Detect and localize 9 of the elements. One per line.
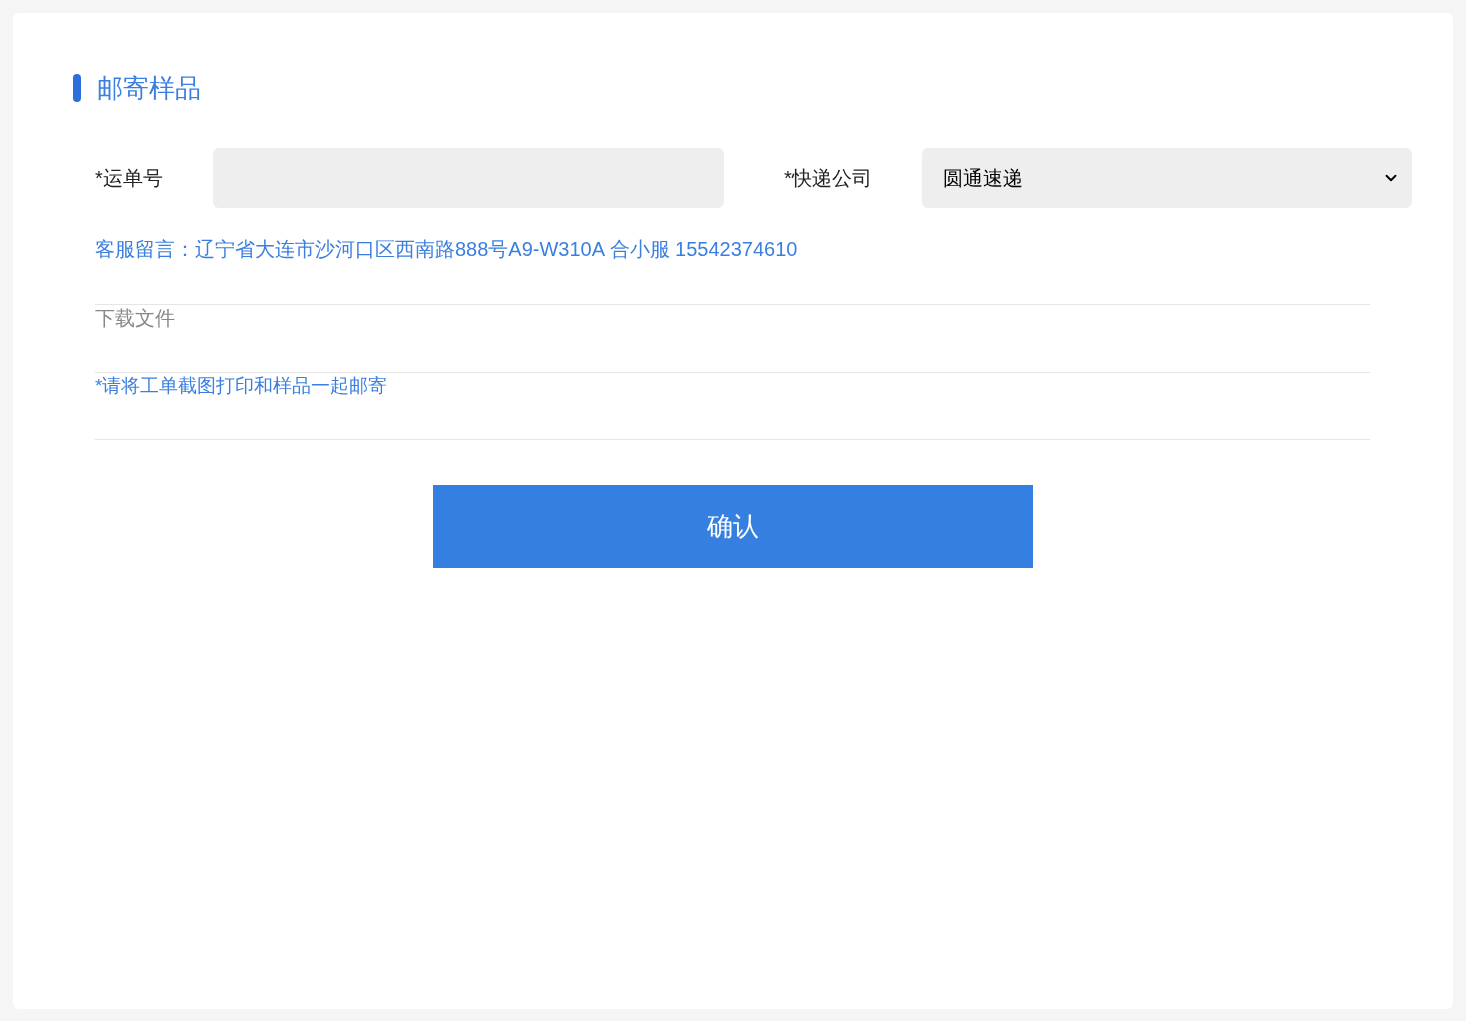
message-text: 客服留言：辽宁省大连市沙河口区西南路888号A9-W310A 合小服 15542374610 [95,237,799,262]
download-link[interactable]: 下载文件 [95,305,175,331]
select-field[interactable]: 圆通速递 [922,148,1412,208]
field-label: *快递公司 [784,166,873,191]
field-label: *运单号 [95,166,164,191]
notice-text: *请将工单截图打印和样品一起邮寄 [95,374,388,398]
confirm-button[interactable]: 确认 [432,485,1033,568]
section-title: 邮寄样品 [97,75,201,101]
title-accent-bar [73,74,81,102]
